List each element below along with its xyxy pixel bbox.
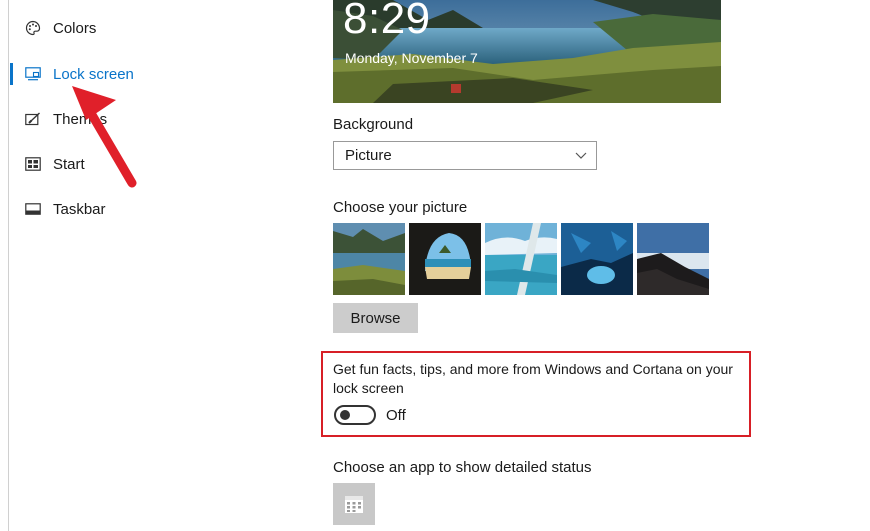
thumbnail-mountain-lake[interactable] — [333, 223, 405, 295]
themes-icon — [24, 110, 42, 128]
lock-screen-preview: 8:29 Monday, November 7 — [333, 0, 721, 103]
nav-label-themes: Themes — [53, 110, 108, 128]
nav-item-start[interactable]: Start — [10, 147, 230, 181]
nav-item-colors[interactable]: Colors — [10, 11, 230, 45]
nav-label-colors: Colors — [53, 19, 97, 37]
start-icon — [24, 155, 42, 173]
nav-item-lock-screen[interactable]: Lock screen — [10, 57, 230, 91]
palette-icon — [24, 19, 42, 37]
tips-toggle-state: Off — [386, 407, 406, 424]
background-dropdown-value: Picture — [345, 147, 392, 164]
detailed-status-label: Choose an app to show detailed status — [333, 459, 592, 476]
lock-screen-icon — [24, 65, 42, 83]
choose-picture-label: Choose your picture — [333, 199, 468, 216]
nav-item-themes[interactable]: Themes — [10, 102, 230, 136]
background-label: Background — [333, 116, 414, 133]
thumbnail-cave-beach[interactable] — [409, 223, 481, 295]
chevron-down-icon — [575, 152, 587, 159]
nav-item-taskbar[interactable]: Taskbar — [10, 192, 230, 226]
nav-label-start: Start — [53, 155, 85, 173]
taskbar-icon — [24, 200, 42, 218]
calendar-icon — [345, 496, 363, 513]
tips-description: Get fun facts, tips, and more from Windo… — [333, 361, 733, 396]
detailed-status-app-button[interactable] — [333, 483, 375, 525]
nav-label-taskbar: Taskbar — [53, 200, 106, 218]
browse-button[interactable]: Browse — [333, 303, 418, 333]
nav-label-lock-screen: Lock screen — [53, 65, 134, 83]
preview-time: 8:29 — [343, 0, 431, 43]
tips-toggle[interactable] — [334, 405, 376, 425]
thumbnail-glacier-lake[interactable] — [485, 223, 557, 295]
toggle-knob — [340, 410, 350, 420]
thumbnail-mountain-clouds[interactable] — [637, 223, 709, 295]
preview-date: Monday, November 7 — [345, 50, 478, 66]
background-dropdown[interactable]: Picture — [333, 141, 597, 170]
thumbnail-ice-cave[interactable] — [561, 223, 633, 295]
nav-divider — [8, 0, 9, 531]
